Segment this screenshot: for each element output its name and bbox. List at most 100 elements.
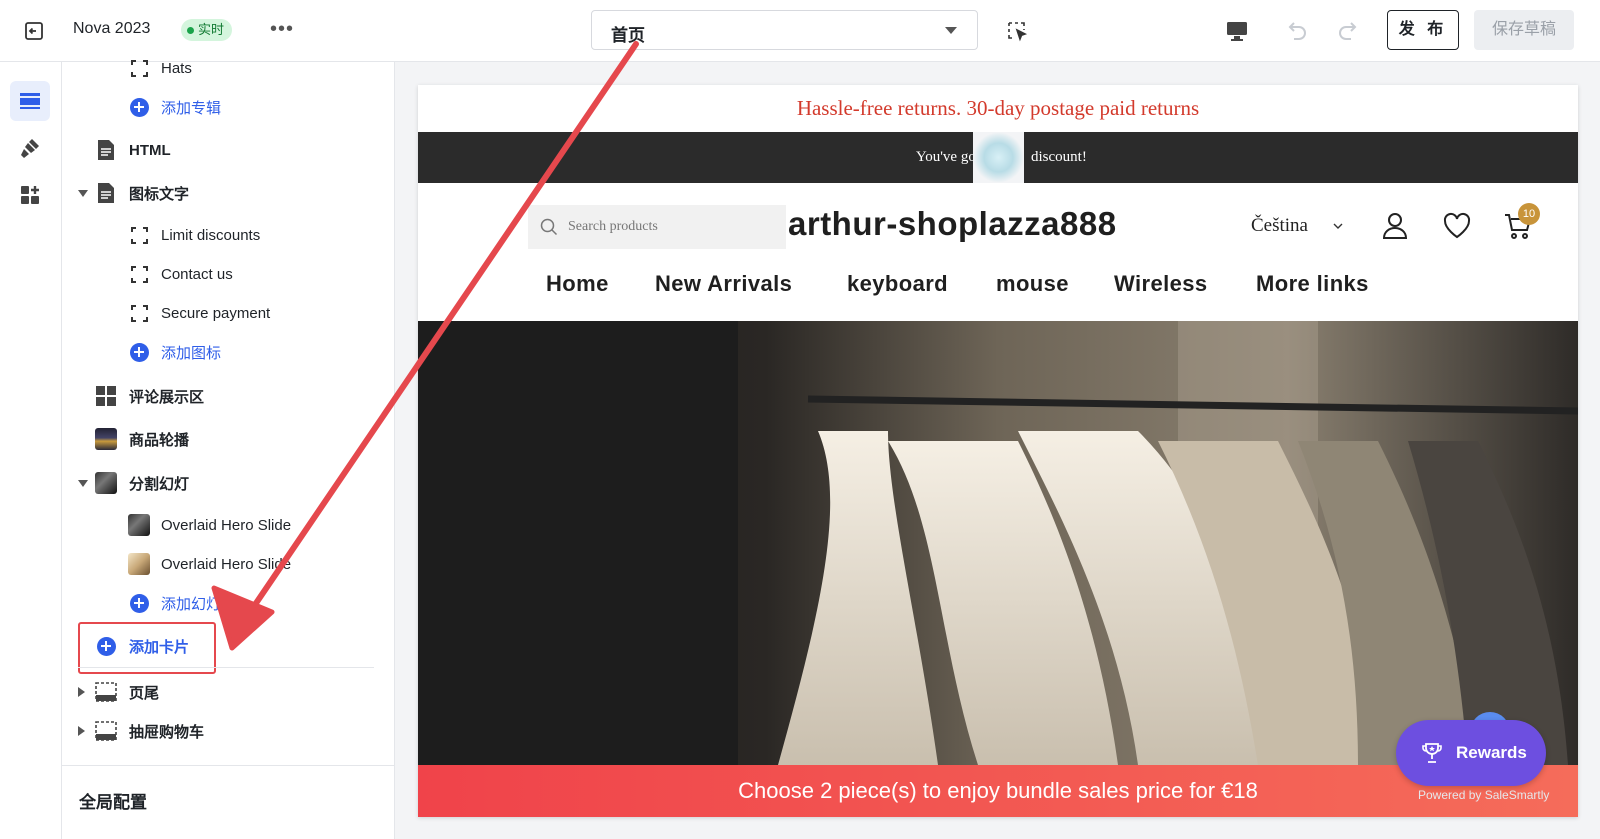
live-status-label: 实时: [198, 22, 225, 37]
store-header: Search products arthur-shoplazza888 Češt…: [418, 183, 1578, 260]
block-bracket-icon: [128, 302, 150, 324]
add-icon-button[interactable]: 添加图标: [62, 334, 395, 370]
nav-item-wireless[interactable]: Wireless: [1114, 271, 1208, 297]
tree-item-limit-discounts[interactable]: Limit discounts: [62, 217, 395, 253]
live-dot: [187, 26, 194, 34]
tree-item-label: Limit discounts: [161, 226, 261, 244]
nav-item-mouse[interactable]: mouse: [996, 271, 1069, 297]
global-config-label: 全局配置: [79, 793, 147, 812]
undo-icon[interactable]: [1283, 18, 1309, 44]
section-label: 商品轮播: [129, 431, 190, 449]
tree-section-product-carousel[interactable]: 商品轮播: [62, 421, 395, 457]
tree-item-label: Overlaid Hero Slide: [161, 555, 292, 573]
global-config-button[interactable]: 全局配置: [62, 765, 395, 839]
tree-section-icon-text[interactable]: 图标文字: [62, 175, 395, 211]
nav-item-home[interactable]: Home: [546, 271, 609, 297]
nav-item-keyboard[interactable]: keyboard: [847, 271, 948, 297]
tree-section-html[interactable]: HTML: [62, 132, 395, 168]
nav-item-more-links[interactable]: More links: [1256, 271, 1369, 297]
grid-icon: [95, 385, 117, 407]
collapse-caret-icon[interactable]: [78, 687, 85, 697]
section-frame-icon: [95, 681, 117, 703]
redo-icon[interactable]: [1336, 18, 1362, 44]
user-icon[interactable]: [1380, 210, 1410, 240]
page-selector[interactable]: 首页: [591, 10, 978, 50]
image-thumbnail-icon: [95, 472, 117, 494]
tree-section-footer[interactable]: 页尾: [62, 674, 395, 710]
nav-item-new-arrivals[interactable]: New Arrivals: [655, 271, 792, 297]
chevron-down-icon: [945, 27, 957, 34]
discount-text-left: You've got: [915, 149, 980, 165]
publish-button[interactable]: 发 布: [1387, 10, 1459, 50]
add-slide-label: 添加幻灯: [161, 595, 222, 613]
tree-item-label: Hats: [161, 59, 192, 77]
tree-item-label: Contact us: [161, 265, 233, 283]
plus-circle-icon: [128, 96, 150, 118]
tree-item-overlaid-hero-2[interactable]: Overlaid Hero Slide: [62, 546, 395, 582]
add-collection-button[interactable]: 添加专辑: [62, 89, 395, 125]
sections-tab[interactable]: [10, 81, 50, 121]
heart-icon[interactable]: [1442, 211, 1472, 241]
announcement-bar[interactable]: Hassle-free returns. 30-day postage paid…: [418, 85, 1578, 132]
tree-section-drawer-cart[interactable]: 抽屉购物车: [62, 713, 395, 749]
page-selector-value: 首页: [611, 26, 645, 45]
section-label: 抽屉购物车: [129, 723, 205, 741]
desktop-view-icon[interactable]: [1224, 18, 1250, 44]
divider: [78, 667, 374, 668]
chevron-down-icon: [1333, 223, 1343, 229]
section-label: HTML: [129, 141, 171, 159]
image-thumbnail-icon: [95, 428, 117, 450]
save-draft-button[interactable]: 保存草稿: [1474, 10, 1574, 50]
tree-item-overlaid-hero-1[interactable]: Overlaid Hero Slide: [62, 507, 395, 543]
tree-item-secure-payment[interactable]: Secure payment: [62, 295, 395, 331]
add-icon-label: 添加图标: [161, 344, 222, 362]
tree-item-hats[interactable]: Hats: [62, 50, 395, 86]
cart-count-badge: 10: [1518, 203, 1540, 225]
search-input[interactable]: Search products: [528, 205, 786, 249]
block-bracket-icon: [128, 263, 150, 285]
document-icon: [95, 182, 117, 204]
powered-by-text: Powered by SaleSmartly: [1418, 788, 1550, 802]
collapse-caret-icon[interactable]: [78, 726, 85, 736]
block-bracket-icon: [128, 57, 150, 79]
image-thumbnail-icon: [128, 553, 150, 575]
tree-section-split-slides[interactable]: 分割幻灯: [62, 465, 395, 501]
tree-item-label: Secure payment: [161, 304, 271, 322]
store-preview[interactable]: Hassle-free returns. 30-day postage paid…: [418, 85, 1578, 817]
clothing-rack-photo: [418, 321, 1578, 765]
document-icon: [95, 139, 117, 161]
trophy-icon: [1422, 743, 1442, 763]
paint-brush-icon: [21, 139, 39, 158]
expand-caret-icon[interactable]: [78, 479, 88, 487]
discount-image: [973, 132, 1024, 183]
discount-bar[interactable]: You've got discount!: [418, 132, 1578, 183]
add-collection-label: 添加专辑: [161, 99, 222, 117]
search-icon: [540, 218, 558, 236]
plus-circle-icon: [128, 592, 150, 614]
theme-settings-tab[interactable]: [10, 128, 50, 168]
section-label: 分割幻灯: [129, 475, 190, 493]
tree-item-contact-us[interactable]: Contact us: [62, 256, 395, 292]
store-logo[interactable]: arthur-shoplazza888: [788, 205, 1117, 243]
search-placeholder: Search products: [568, 219, 658, 234]
main-navigation: Home New Arrivals keyboard mouse Wireles…: [418, 261, 1578, 321]
section-label: 图标文字: [129, 185, 190, 203]
select-element-icon[interactable]: [1005, 19, 1029, 43]
language-selector[interactable]: Čeština: [1251, 215, 1308, 237]
expand-caret-icon[interactable]: [78, 189, 88, 197]
rewards-button[interactable]: Rewards: [1396, 720, 1546, 786]
more-options-button[interactable]: •••: [270, 18, 294, 41]
tree-section-reviews[interactable]: 评论展示区: [62, 378, 395, 414]
apps-tab[interactable]: [10, 175, 50, 215]
section-frame-icon: [95, 720, 117, 742]
add-slide-button[interactable]: 添加幻灯: [62, 585, 395, 621]
tree-item-label: Overlaid Hero Slide: [161, 516, 292, 534]
image-thumbnail-icon: [128, 514, 150, 536]
exit-editor-icon[interactable]: [22, 19, 46, 43]
layout-icon: [20, 93, 40, 109]
theme-title: Nova 2023: [73, 20, 151, 37]
discount-text-right: discount!: [1031, 149, 1087, 165]
rewards-label: Rewards: [1456, 743, 1527, 762]
live-status-badge: 实时: [181, 19, 233, 41]
hero-image[interactable]: [418, 321, 1578, 765]
